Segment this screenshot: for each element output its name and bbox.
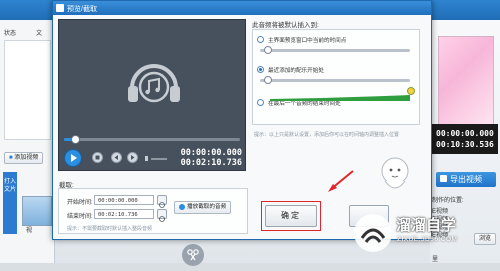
current-time: 00:00:00.000 xyxy=(180,148,242,158)
stop-icon xyxy=(95,155,100,160)
progress-handle[interactable] xyxy=(71,135,80,144)
end-time-label: 结束时间: xyxy=(67,214,93,220)
options-heading: 此音频将被默认插入到: xyxy=(252,22,319,29)
insert-options: 此音频将被默认插入到: 主界面预览窗口中当前的时间点 最近添加的配乐开始处 在最… xyxy=(252,19,424,141)
watermark-url: ZIXUE.3D66.COM xyxy=(397,236,458,243)
end-time-reset-icon[interactable] xyxy=(157,209,167,222)
play-icon xyxy=(71,154,77,162)
right-timecode: 00:00:00.000 00:10:30.536 xyxy=(432,124,498,154)
options-hint: 提示：以上只是默认设置，添加后你可以在时间轴内调整插入位置 xyxy=(254,132,400,138)
vertical-tab[interactable]: 打入文片 xyxy=(3,172,17,234)
play-small-icon xyxy=(179,203,185,210)
total-time: 00:02:10.736 xyxy=(180,158,242,168)
export-icon xyxy=(440,175,447,182)
rewind-button[interactable] xyxy=(111,152,122,163)
slider-latest-music[interactable] xyxy=(260,79,410,82)
radio-last-audio-end[interactable] xyxy=(257,99,264,106)
waveform-marker[interactable] xyxy=(407,87,415,95)
file-label: 文 xyxy=(36,31,43,37)
dialog-title: 预览/截取 xyxy=(67,6,97,13)
play-cropped-audio-button[interactable]: 播放截取的音频 xyxy=(174,201,232,214)
watermark-logo xyxy=(354,214,392,252)
watermark: 溜溜自学 ZIXUE.3D66.COM xyxy=(354,210,500,258)
add-video-button[interactable]: ■ 添加视频 xyxy=(4,152,44,164)
slider-knob-latest-music[interactable] xyxy=(264,76,272,84)
preview-crop-dialog: 预览/截取 00:00:00.000 00:02:10.736 此音频将被默认插… xyxy=(52,0,432,240)
output-location-label: 制作的位置: xyxy=(432,198,464,204)
end-time-input[interactable]: 00:02:10.736 xyxy=(94,209,154,219)
confirm-button[interactable]: 确定 xyxy=(265,205,317,227)
export-video-button[interactable]: 导出视频 xyxy=(436,172,496,187)
stop-button[interactable] xyxy=(92,152,103,163)
audio-player: 00:00:00.000 00:02:10.736 xyxy=(58,19,246,171)
volume-slider[interactable] xyxy=(151,158,167,160)
radio-latest-music[interactable] xyxy=(257,66,264,73)
mascot-icon xyxy=(381,157,409,189)
option-current-time[interactable]: 主界面预览窗口中当前的时间点 xyxy=(257,35,417,45)
watermark-title: 溜溜自学 xyxy=(396,217,457,234)
preview-thumbnail xyxy=(438,36,494,126)
red-arrow-icon xyxy=(328,170,354,192)
forward-button[interactable] xyxy=(127,152,138,163)
play-button[interactable] xyxy=(64,149,82,167)
rewind-icon xyxy=(114,155,118,160)
add-icon: ■ xyxy=(9,155,13,161)
video-thumb-label: 视 xyxy=(26,228,33,234)
player-timecode: 00:00:00.000 00:02:10.736 xyxy=(170,148,242,168)
start-time-reset-icon[interactable] xyxy=(157,195,167,208)
app-left-panel: 状态 文 ■ 添加视频 打入文片 视 xyxy=(0,20,55,263)
crop-hint: 提示：不需要截取时默认插入整段音频 xyxy=(67,226,153,232)
headphones-icon xyxy=(128,64,180,103)
radio-current-time[interactable] xyxy=(257,36,264,43)
playback-progress[interactable] xyxy=(64,135,240,144)
start-time-input[interactable]: 00:00:00.000 xyxy=(94,195,154,205)
app-list-area xyxy=(4,40,51,140)
start-time-label: 开始时间: xyxy=(67,200,93,206)
forward-icon xyxy=(131,155,135,160)
audio-waveform xyxy=(270,95,410,101)
option-latest-music[interactable]: 最近添加的配乐开始处 xyxy=(257,65,417,75)
status-label: 状态 xyxy=(4,31,17,37)
dialog-app-icon xyxy=(56,4,64,12)
video-thumbnail[interactable] xyxy=(22,196,52,226)
slider-knob-current-time[interactable] xyxy=(264,46,272,54)
dialog-titlebar: 预览/截取 xyxy=(53,1,431,15)
slider-current-time[interactable] xyxy=(260,49,410,52)
volume-icon xyxy=(145,156,148,161)
